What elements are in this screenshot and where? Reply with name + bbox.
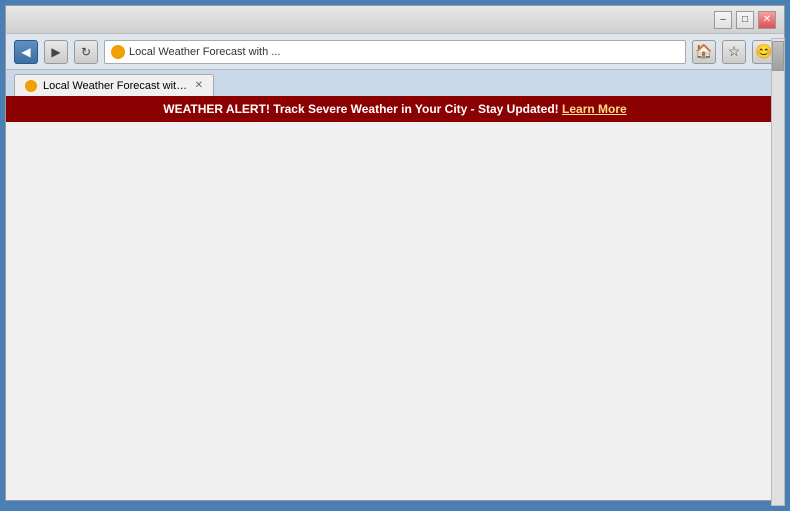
title-bar-controls: – □ ✕ [714,11,776,29]
alert-bar: WEATHER ALERT! Track Severe Weather in Y… [6,96,784,122]
minimize-button[interactable]: – [714,11,732,29]
address-bar[interactable]: Local Weather Forecast with ... [104,40,686,64]
back-button[interactable]: ◀ [14,40,38,64]
browser-window: – □ ✕ ◀ ▶ ↻ Local Weather Forecast with … [5,5,785,501]
star-button[interactable]: ☆ [722,40,746,64]
home-button[interactable]: 🏠 [692,40,716,64]
scrollbar-thumb[interactable] [772,41,784,71]
forward-button[interactable]: ▶ [44,40,68,64]
address-text: Local Weather Forecast with ... [129,46,280,58]
tab-bar: Local Weather Forecast with ... ✕ [6,70,784,96]
maximize-button[interactable]: □ [736,11,754,29]
scrollbar[interactable] [771,38,785,506]
browser-tab[interactable]: Local Weather Forecast with ... ✕ [14,74,214,96]
tab-favicon [25,80,37,92]
page-content: WEATHER ALERT! Track Severe Weather in Y… [6,96,784,500]
refresh-button[interactable]: ↻ [74,40,98,64]
favicon-icon [111,45,125,59]
tab-label: Local Weather Forecast with ... [43,80,189,92]
title-bar: – □ ✕ [6,6,784,34]
learn-more-link[interactable]: Learn More [562,102,627,116]
nav-bar: ◀ ▶ ↻ Local Weather Forecast with ... 🏠 … [6,34,784,70]
close-button[interactable]: ✕ [758,11,776,29]
tab-close-icon[interactable]: ✕ [195,80,203,91]
alert-text: WEATHER ALERT! Track Severe Weather in Y… [163,102,558,116]
